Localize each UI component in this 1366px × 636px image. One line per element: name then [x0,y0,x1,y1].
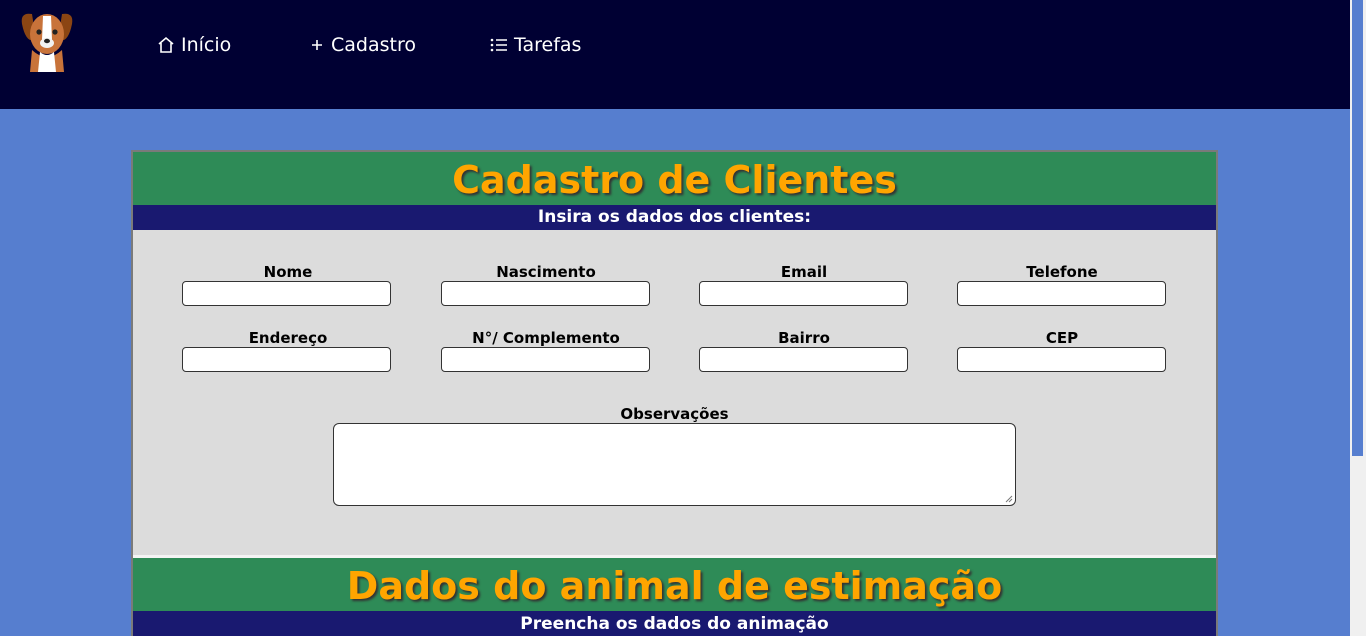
input-nascimento[interactable] [441,281,650,306]
label-nascimento: Nascimento [496,263,596,281]
textarea-observacoes[interactable] [333,423,1016,506]
nav-item-cadastro[interactable]: Cadastro [309,34,416,56]
label-cep: CEP [1045,329,1079,347]
plus-icon [309,37,325,53]
dog-logo-icon[interactable] [18,10,76,72]
label-nome: Nome [263,263,313,281]
label-email: Email [780,263,828,281]
nav-item-tarefas[interactable]: Tarefas [490,34,581,56]
clients-section-subtitle: Insira os dados dos clientes: [133,205,1216,230]
home-icon [157,36,175,54]
label-observacoes: Observações [620,405,729,423]
registration-card: Cadastro de Clientes Insira os dados dos… [131,150,1218,636]
nav-item-inicio[interactable]: Início [157,34,231,56]
input-telefone[interactable] [957,281,1166,306]
list-icon [490,37,508,53]
input-endereco[interactable] [182,347,391,372]
label-telefone: Telefone [1026,263,1098,281]
nav-label-cadastro: Cadastro [331,34,416,56]
resize-grip-icon[interactable] [1005,495,1013,503]
scrollbar-thumb[interactable] [1352,0,1363,456]
nav-label-tarefas: Tarefas [514,34,582,56]
input-complemento[interactable] [441,347,650,372]
nav-label-inicio: Início [181,34,232,56]
pet-section-subtitle: Preencha os dados do animação [133,611,1216,636]
top-navbar: Início Cadastro Tarefas [0,0,1350,109]
label-endereco: Endereço [248,329,328,347]
clients-section-title: Cadastro de Clientes [133,152,1216,205]
input-cep[interactable] [957,347,1166,372]
input-email[interactable] [699,281,908,306]
input-nome[interactable] [182,281,391,306]
label-bairro: Bairro [778,329,830,347]
label-complemento: N°/ Complemento [472,329,620,347]
pet-section-title: Dados do animal de estimação [133,558,1216,611]
input-bairro[interactable] [699,347,908,372]
